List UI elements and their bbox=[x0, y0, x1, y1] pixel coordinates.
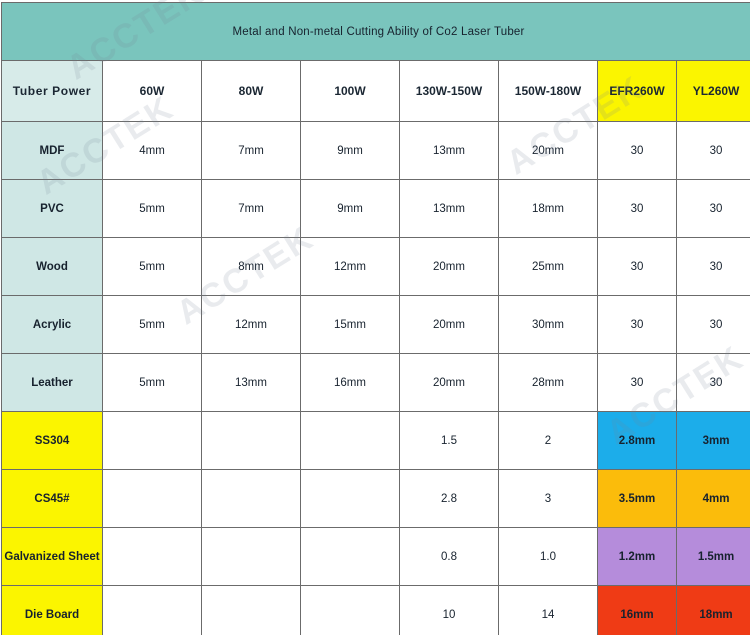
column-header-efr260w: EFR260W bbox=[597, 60, 677, 122]
cell-wood-yl260w: 30 bbox=[675, 237, 750, 296]
cell-pvc-yl260w: 30 bbox=[675, 179, 750, 238]
cell-acrylic-60w: 5mm bbox=[102, 295, 202, 354]
table-row: MDF 4mm 7mm 9mm 13mm 20mm 30 30 bbox=[1, 121, 750, 180]
cell-pvc-60w: 5mm bbox=[102, 179, 202, 238]
cutting-ability-table: Metal and Non-metal Cutting Ability of C… bbox=[0, 2, 750, 635]
cell-galvanized-sheet-150w-180w: 1.0 bbox=[498, 527, 598, 586]
cell-pvc-efr260w: 30 bbox=[597, 179, 677, 238]
cell-leather-60w: 5mm bbox=[102, 353, 202, 412]
cell-mdf-60w: 4mm bbox=[102, 121, 202, 180]
cell-leather-100w: 16mm bbox=[300, 353, 400, 412]
cell-acrylic-100w: 15mm bbox=[300, 295, 400, 354]
cell-cs45--80w bbox=[201, 469, 301, 528]
cell-mdf-efr260w: 30 bbox=[597, 121, 677, 180]
cell-cs45--100w bbox=[300, 469, 400, 528]
column-header-130w-150w: 130W-150W bbox=[399, 60, 499, 122]
cell-wood-100w: 12mm bbox=[300, 237, 400, 296]
cell-die-board-150w-180w: 14 bbox=[498, 585, 598, 635]
cell-mdf-150w-180w: 20mm bbox=[498, 121, 598, 180]
column-header-yl260w: YL260W bbox=[675, 60, 750, 122]
cell-pvc-100w: 9mm bbox=[300, 179, 400, 238]
cell-acrylic-yl260w: 30 bbox=[675, 295, 750, 354]
material-label-ss304: SS304 bbox=[1, 411, 103, 470]
title-row: Metal and Non-metal Cutting Ability of C… bbox=[0, 2, 750, 61]
cell-ss304-130w-150w: 1.5 bbox=[399, 411, 499, 470]
table-row: Die Board 10 14 16mm 18mm bbox=[1, 585, 750, 635]
cell-die-board-60w bbox=[102, 585, 202, 635]
cell-galvanized-sheet-100w bbox=[300, 527, 400, 586]
material-label-mdf: MDF bbox=[1, 121, 103, 180]
cell-acrylic-150w-180w: 30mm bbox=[498, 295, 598, 354]
cell-die-board-efr260w: 16mm bbox=[597, 585, 677, 635]
cell-wood-130w-150w: 20mm bbox=[399, 237, 499, 296]
cell-die-board-100w bbox=[300, 585, 400, 635]
cutting-ability-table-page: ACCTEKACCTEKACCTEKACCTEKACCTEK Metal and… bbox=[0, 0, 750, 635]
cell-ss304-150w-180w: 2 bbox=[498, 411, 598, 470]
cell-leather-150w-180w: 28mm bbox=[498, 353, 598, 412]
cell-leather-130w-150w: 20mm bbox=[399, 353, 499, 412]
material-label-wood: Wood bbox=[1, 237, 103, 296]
cell-acrylic-efr260w: 30 bbox=[597, 295, 677, 354]
cell-ss304-yl260w: 3mm bbox=[675, 411, 750, 470]
cell-galvanized-sheet-efr260w: 1.2mm bbox=[597, 527, 677, 586]
cell-ss304-80w bbox=[201, 411, 301, 470]
cell-wood-60w: 5mm bbox=[102, 237, 202, 296]
cell-pvc-80w: 7mm bbox=[201, 179, 301, 238]
cell-acrylic-80w: 12mm bbox=[201, 295, 301, 354]
table-row: Leather 5mm 13mm 16mm 20mm 28mm 30 30 bbox=[1, 353, 750, 412]
column-header-150w-180w: 150W-180W bbox=[498, 60, 598, 122]
cell-ss304-100w bbox=[300, 411, 400, 470]
table-row: Acrylic 5mm 12mm 15mm 20mm 30mm 30 30 bbox=[1, 295, 750, 354]
cell-galvanized-sheet-130w-150w: 0.8 bbox=[399, 527, 499, 586]
material-label-acrylic: Acrylic bbox=[1, 295, 103, 354]
table-header-row: Tuber Power 60W 80W 100W 130W-150W 150W-180W… bbox=[1, 60, 750, 122]
cell-wood-150w-180w: 25mm bbox=[498, 237, 598, 296]
cell-cs45--yl260w: 4mm bbox=[675, 469, 750, 528]
cell-wood-80w: 8mm bbox=[201, 237, 301, 296]
table-row: Wood 5mm 8mm 12mm 20mm 25mm 30 30 bbox=[1, 237, 750, 296]
cell-die-board-yl260w: 18mm bbox=[675, 585, 750, 635]
cell-cs45--150w-180w: 3 bbox=[498, 469, 598, 528]
table-row: Galvanized Sheet 0.8 1.0 1.2mm 1.5mm bbox=[1, 527, 750, 586]
cell-leather-efr260w: 30 bbox=[597, 353, 677, 412]
column-header-80w: 80W bbox=[201, 60, 301, 122]
material-label-pvc: PVC bbox=[1, 179, 103, 238]
table-row: PVC 5mm 7mm 9mm 13mm 18mm 30 30 bbox=[1, 179, 750, 238]
cell-leather-yl260w: 30 bbox=[675, 353, 750, 412]
table-body: Metal and Non-metal Cutting Ability of C… bbox=[0, 2, 750, 635]
cell-die-board-80w bbox=[201, 585, 301, 635]
header-corner-tuber-power: Tuber Power bbox=[1, 60, 103, 122]
table-row: CS45# 2.8 3 3.5mm 4mm bbox=[1, 469, 750, 528]
column-header-60w: 60W bbox=[102, 60, 202, 122]
column-header-100w: 100W bbox=[300, 60, 400, 122]
material-label-die-board: Die Board bbox=[1, 585, 103, 635]
material-label-cs45-: CS45# bbox=[1, 469, 103, 528]
material-label-leather: Leather bbox=[1, 353, 103, 412]
cell-mdf-100w: 9mm bbox=[300, 121, 400, 180]
cell-ss304-60w bbox=[102, 411, 202, 470]
cell-die-board-130w-150w: 10 bbox=[399, 585, 499, 635]
page-title: Metal and Non-metal Cutting Ability of C… bbox=[0, 2, 750, 61]
cell-cs45--60w bbox=[102, 469, 202, 528]
cell-cs45--130w-150w: 2.8 bbox=[399, 469, 499, 528]
cell-pvc-130w-150w: 13mm bbox=[399, 179, 499, 238]
cell-acrylic-130w-150w: 20mm bbox=[399, 295, 499, 354]
cell-galvanized-sheet-80w bbox=[201, 527, 301, 586]
cell-mdf-130w-150w: 13mm bbox=[399, 121, 499, 180]
cell-ss304-efr260w: 2.8mm bbox=[597, 411, 677, 470]
cell-galvanized-sheet-60w bbox=[102, 527, 202, 586]
table-row: SS304 1.5 2 2.8mm 3mm bbox=[1, 411, 750, 470]
cell-cs45--efr260w: 3.5mm bbox=[597, 469, 677, 528]
cell-mdf-80w: 7mm bbox=[201, 121, 301, 180]
material-label-galvanized-sheet: Galvanized Sheet bbox=[1, 527, 103, 586]
cell-pvc-150w-180w: 18mm bbox=[498, 179, 598, 238]
cell-wood-efr260w: 30 bbox=[597, 237, 677, 296]
cell-galvanized-sheet-yl260w: 1.5mm bbox=[675, 527, 750, 586]
cell-mdf-yl260w: 30 bbox=[675, 121, 750, 180]
cell-leather-80w: 13mm bbox=[201, 353, 301, 412]
